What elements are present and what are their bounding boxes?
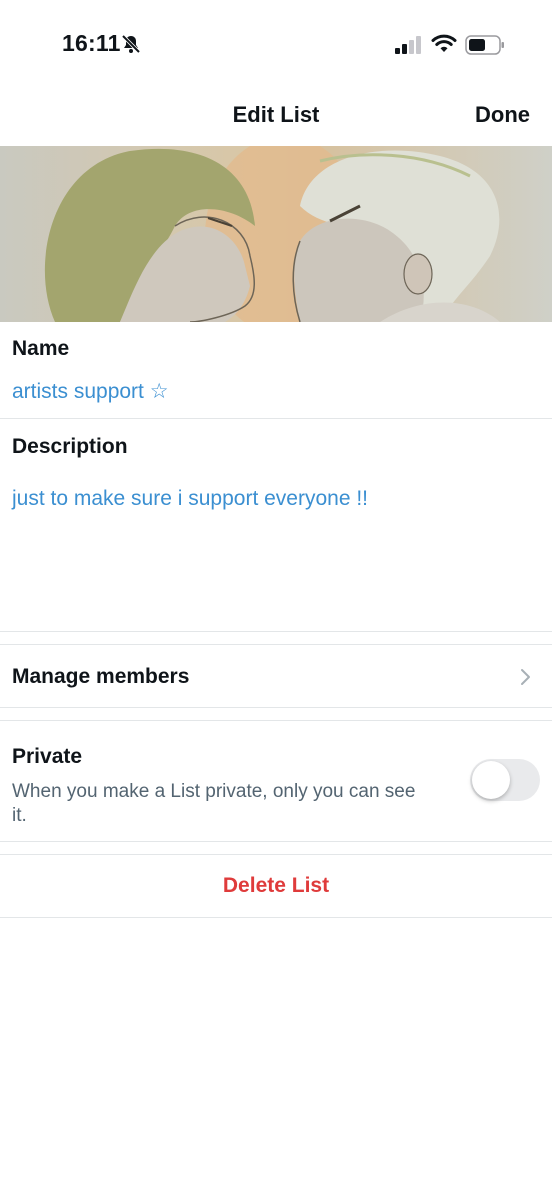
private-description: When you make a List private, only you c… <box>12 781 416 826</box>
divider <box>0 917 552 918</box>
banner-illustration <box>0 146 552 322</box>
done-button[interactable]: Done <box>475 102 530 128</box>
bell-off-icon <box>121 34 141 54</box>
page-title: Edit List <box>232 102 320 127</box>
battery-icon <box>465 35 504 55</box>
status-time: 16:11 <box>62 30 121 56</box>
name-label: Name <box>12 337 70 360</box>
manage-members-row[interactable]: Manage members <box>0 645 552 707</box>
section-gap <box>0 841 552 855</box>
description-input[interactable]: just to make sure i support everyone !! <box>12 487 542 622</box>
section-gap <box>0 631 552 645</box>
nav-bar: Edit List Done <box>0 90 552 146</box>
status-bar: 16:11 <box>0 0 552 90</box>
chevron-right-icon <box>521 669 530 685</box>
name-input[interactable]: artists support ☆ <box>12 379 169 404</box>
toggle-knob <box>472 761 510 799</box>
private-label: Private <box>12 745 83 768</box>
list-banner-image[interactable] <box>0 146 552 322</box>
private-toggle[interactable] <box>470 759 540 801</box>
wifi-icon <box>431 34 457 52</box>
section-gap <box>0 707 552 721</box>
delete-list-button[interactable]: Delete List <box>0 855 552 917</box>
divider <box>0 418 552 419</box>
description-label: Description <box>12 435 128 458</box>
cellular-signal-icon <box>395 36 421 54</box>
manage-members-label: Manage members <box>12 665 190 688</box>
